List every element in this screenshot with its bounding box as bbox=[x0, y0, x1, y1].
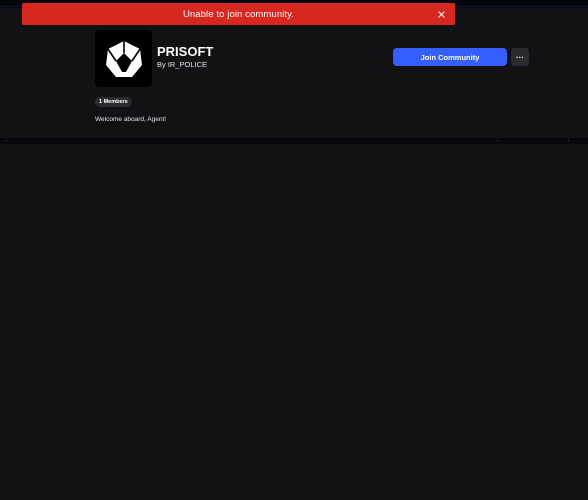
community-owner[interactable]: By IR_POLICE bbox=[157, 60, 207, 69]
join-community-button[interactable]: Join Community bbox=[393, 48, 507, 66]
hexagon-logo-icon bbox=[105, 40, 142, 77]
more-options-button[interactable]: ··· bbox=[511, 48, 529, 66]
toast-message: Unable to join community. bbox=[182, 8, 295, 20]
close-icon[interactable] bbox=[435, 8, 447, 20]
community-avatar bbox=[95, 30, 152, 87]
community-name: PRISOFT bbox=[157, 44, 214, 59]
members-badge: 1 Members bbox=[95, 97, 132, 107]
community-description: Welcome aboard, Agent! bbox=[95, 116, 167, 123]
main-content-area bbox=[0, 144, 588, 500]
error-toast: Unable to join community. bbox=[22, 3, 455, 25]
community-header: PRISOFT By IR_POLICE Join Community ··· … bbox=[0, 8, 588, 138]
